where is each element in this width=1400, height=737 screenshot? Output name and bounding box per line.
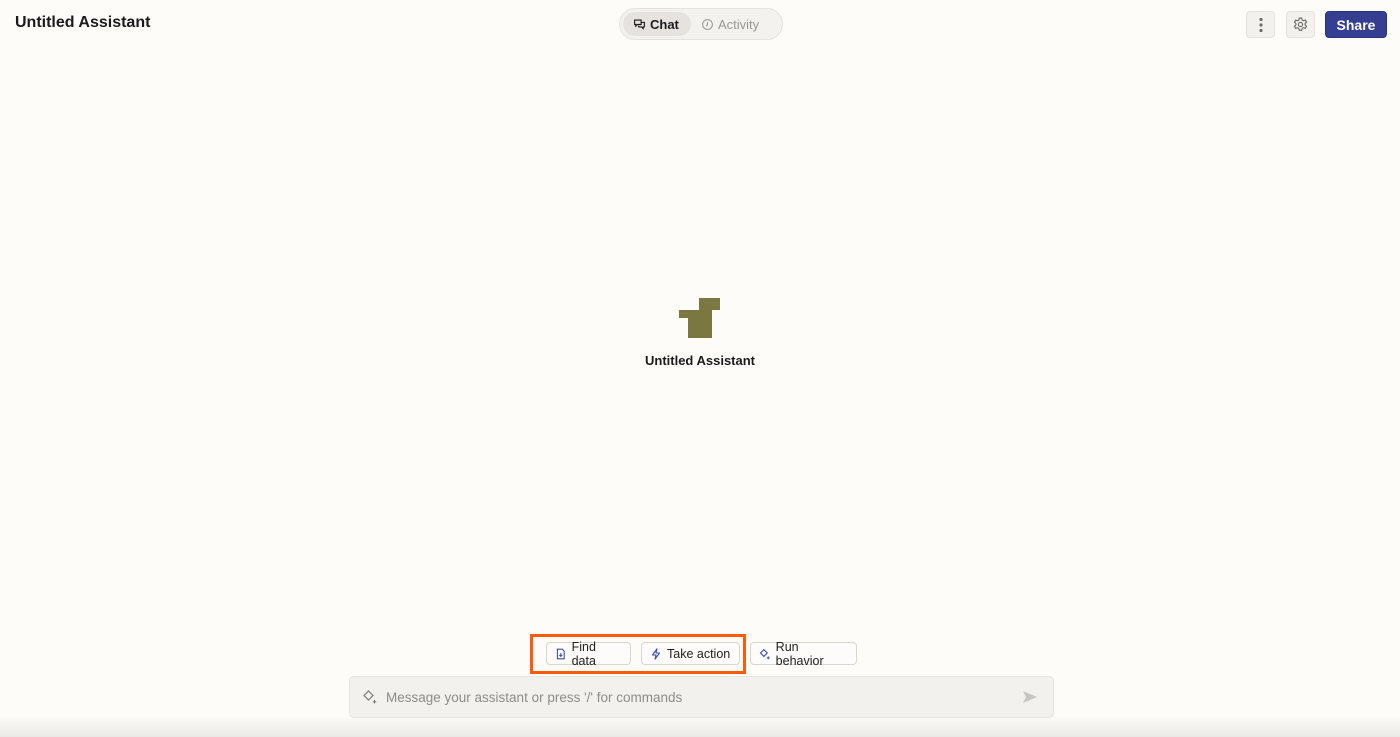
assistant-logo-icon <box>679 298 720 338</box>
file-search-icon <box>556 648 565 659</box>
view-toggle: Chat Activity <box>619 8 783 40</box>
chat-bubbles-icon <box>634 18 645 30</box>
tab-chat-label: Chat <box>650 16 679 32</box>
find-data-label: Find data <box>571 639 596 668</box>
take-action-label: Take action <box>667 646 731 661</box>
assistant-intro: Untitled Assistant <box>0 296 1400 368</box>
settings-button[interactable] <box>1286 11 1315 38</box>
find-data-button[interactable]: Find data <box>546 639 631 668</box>
tab-activity[interactable]: Activity <box>691 12 769 36</box>
message-input[interactable] <box>386 689 1021 705</box>
tab-activity-label: Activity <box>718 16 760 32</box>
message-composer <box>349 676 1054 718</box>
sparkle-icon <box>363 690 377 704</box>
top-bar: Untitled Assistant Chat Activity Share <box>0 0 1400 48</box>
send-icon[interactable] <box>1021 688 1039 706</box>
lightning-icon <box>651 647 661 660</box>
vertical-dots-icon <box>1258 17 1263 32</box>
run-behavior-button[interactable]: Run behavior <box>750 639 857 668</box>
app-title: Untitled Assistant <box>15 14 151 31</box>
gear-icon <box>1293 17 1308 31</box>
run-behavior-label: Run behavior <box>775 639 824 668</box>
bottom-fade <box>0 715 1400 737</box>
assistant-name: Untitled Assistant <box>644 353 756 368</box>
more-options-button[interactable] <box>1246 11 1275 38</box>
clock-icon <box>702 18 713 30</box>
share-button[interactable]: Share <box>1325 11 1387 38</box>
take-action-button[interactable]: Take action <box>641 642 740 665</box>
sparkle-diamond-icon <box>759 648 770 659</box>
tab-chat[interactable]: Chat <box>623 12 691 36</box>
